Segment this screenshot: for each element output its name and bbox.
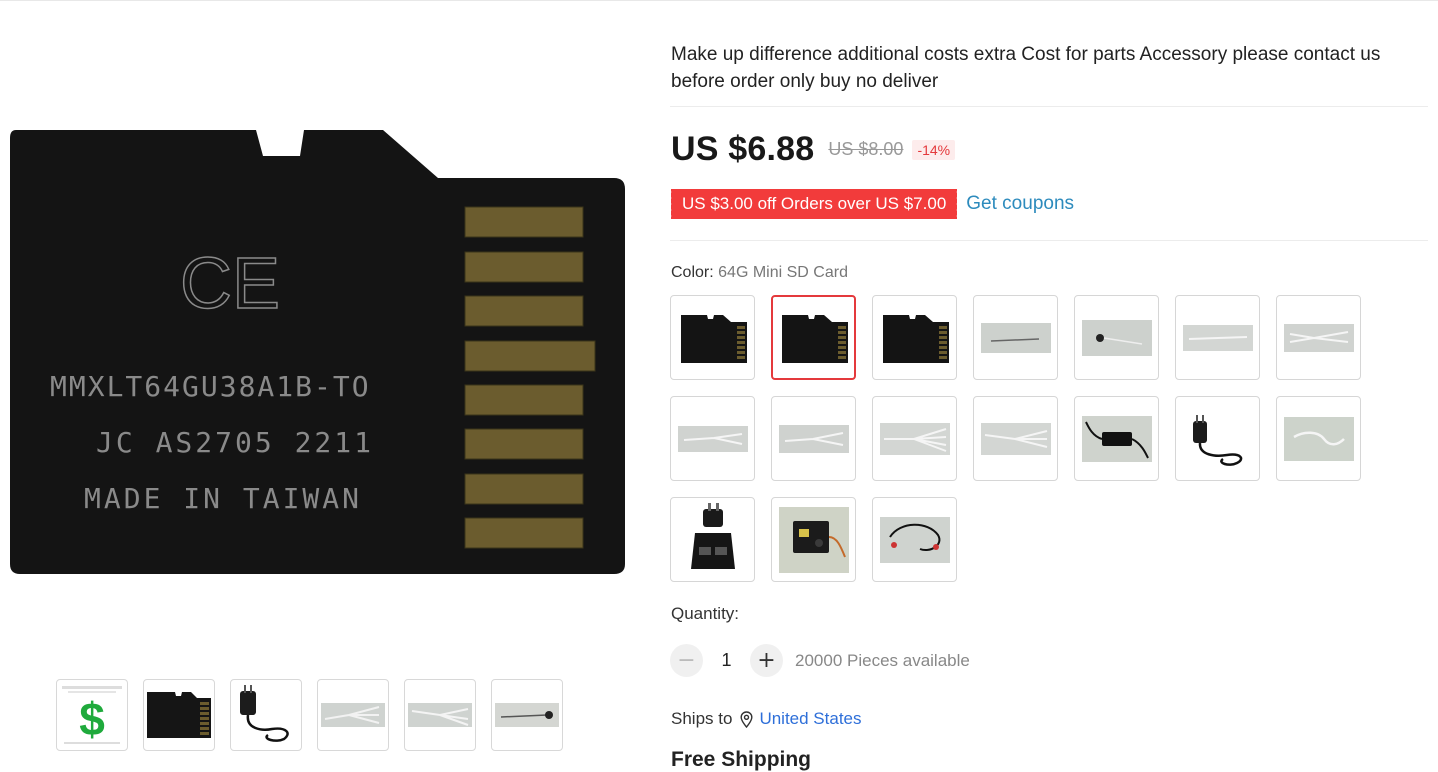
quantity-input[interactable]	[703, 649, 750, 672]
get-coupons-link[interactable]: Get coupons	[966, 193, 1074, 215]
card-text-line-3: MADE IN TAIWAN	[84, 482, 362, 515]
cable-icon	[1283, 323, 1354, 352]
price-row: US $6.88 US $8.00 -14%	[671, 130, 956, 169]
quantity-increase-button[interactable]: +	[750, 644, 783, 677]
card-text-line-2: JC AS2705 2211	[96, 426, 374, 459]
quantity-decrease-button[interactable]: −	[670, 644, 703, 677]
cable-icon	[980, 322, 1051, 353]
original-price: US $8.00	[828, 139, 904, 159]
cable-icon	[1081, 319, 1152, 356]
coupon-divider	[670, 240, 1428, 241]
current-price: US $6.88	[671, 130, 815, 168]
coupon-badge: US $3.00 off Orders over US $7.00	[668, 189, 960, 219]
thumbnail-strip: $	[56, 679, 563, 751]
title-divider	[670, 106, 1428, 107]
thumbnail-cable-splitter[interactable]	[317, 679, 389, 751]
cable-icon	[879, 516, 950, 563]
swatch-board[interactable]	[771, 497, 856, 582]
swatch-cable-mic[interactable]	[1074, 295, 1159, 380]
swatch-sd-card-3[interactable]	[872, 295, 957, 380]
thumbnail-cable-multi[interactable]	[404, 679, 476, 751]
swatch-cable-splitter-2[interactable]	[670, 396, 755, 481]
pieces-available: 20000 Pieces available	[795, 650, 970, 670]
ships-to-country-link[interactable]: United States	[759, 709, 861, 729]
quantity-label: Quantity:	[671, 604, 740, 623]
sd-card-icon	[781, 314, 848, 363]
swatch-sd-card-1[interactable]	[670, 295, 755, 380]
swatch-power-adapter[interactable]	[1175, 396, 1260, 481]
product-title: Make up difference additional costs extr…	[671, 44, 1381, 92]
swatch-cable-single[interactable]	[973, 295, 1058, 380]
thumbnail-dollar[interactable]: $	[56, 679, 128, 751]
swatch-cable-splitter-1[interactable]	[1276, 295, 1361, 380]
cable-icon	[677, 425, 748, 452]
swatch-cable-long[interactable]	[1175, 295, 1260, 380]
power-adapter-icon	[240, 685, 289, 742]
circuit-board-icon	[778, 506, 849, 573]
swatch-sd-card-2[interactable]	[771, 295, 856, 380]
ce-mark: CE	[180, 244, 280, 324]
thumbnail-sd-card[interactable]	[143, 679, 215, 751]
cable-icon	[321, 703, 385, 727]
sd-card-icon	[147, 692, 211, 738]
cable-icon	[495, 703, 559, 727]
swatch-cable-multi-2[interactable]	[973, 396, 1058, 481]
sd-card-icon	[882, 314, 949, 363]
swatch-cable-coil[interactable]	[1276, 396, 1361, 481]
cable-icon	[408, 703, 472, 727]
svg-text:$: $	[79, 693, 105, 745]
car-charger-icon	[1081, 415, 1152, 462]
cable-icon	[879, 422, 950, 455]
swatch-mic-cable[interactable]	[872, 497, 957, 582]
top-divider	[0, 0, 1438, 1]
location-pin-icon	[740, 710, 753, 728]
power-adapter-icon	[1192, 414, 1242, 466]
swatch-car-charger[interactable]	[1074, 396, 1159, 481]
ships-to-row: Ships to United States	[671, 709, 862, 729]
thumbnail-cable-sensor[interactable]	[491, 679, 563, 751]
cable-icon	[1283, 416, 1354, 461]
cable-icon	[980, 422, 1051, 455]
swatch-poe-injector[interactable]	[670, 497, 755, 582]
free-shipping-heading: Free Shipping	[671, 748, 812, 771]
swatch-cable-multi-1[interactable]	[872, 396, 957, 481]
ships-to-label: Ships to	[671, 709, 733, 728]
card-text-line-1: MMXLT64GU38A1B-TO	[50, 370, 371, 403]
swatch-cable-splitter-3[interactable]	[771, 396, 856, 481]
poe-injector-icon	[690, 502, 735, 569]
quantity-stepper: − + 20000 Pieces available	[670, 644, 970, 677]
dollar-sign-icon: $	[62, 686, 122, 745]
thumbnail-adapter[interactable]	[230, 679, 302, 751]
color-label: Color: 64G Mini SD Card	[671, 264, 848, 282]
sd-card-icon	[680, 314, 747, 363]
color-label-text: Color:	[671, 264, 714, 281]
main-product-image[interactable]: CE MMXLT64GU38A1B-TO JC AS2705 2211 MADE…	[8, 128, 626, 574]
color-selected-value: 64G Mini SD Card	[718, 264, 848, 281]
coupon-row: US $3.00 off Orders over US $7.00 Get co…	[668, 189, 1074, 219]
cable-icon	[778, 424, 849, 453]
discount-badge: -14%	[912, 139, 956, 160]
cable-icon	[1182, 324, 1253, 351]
